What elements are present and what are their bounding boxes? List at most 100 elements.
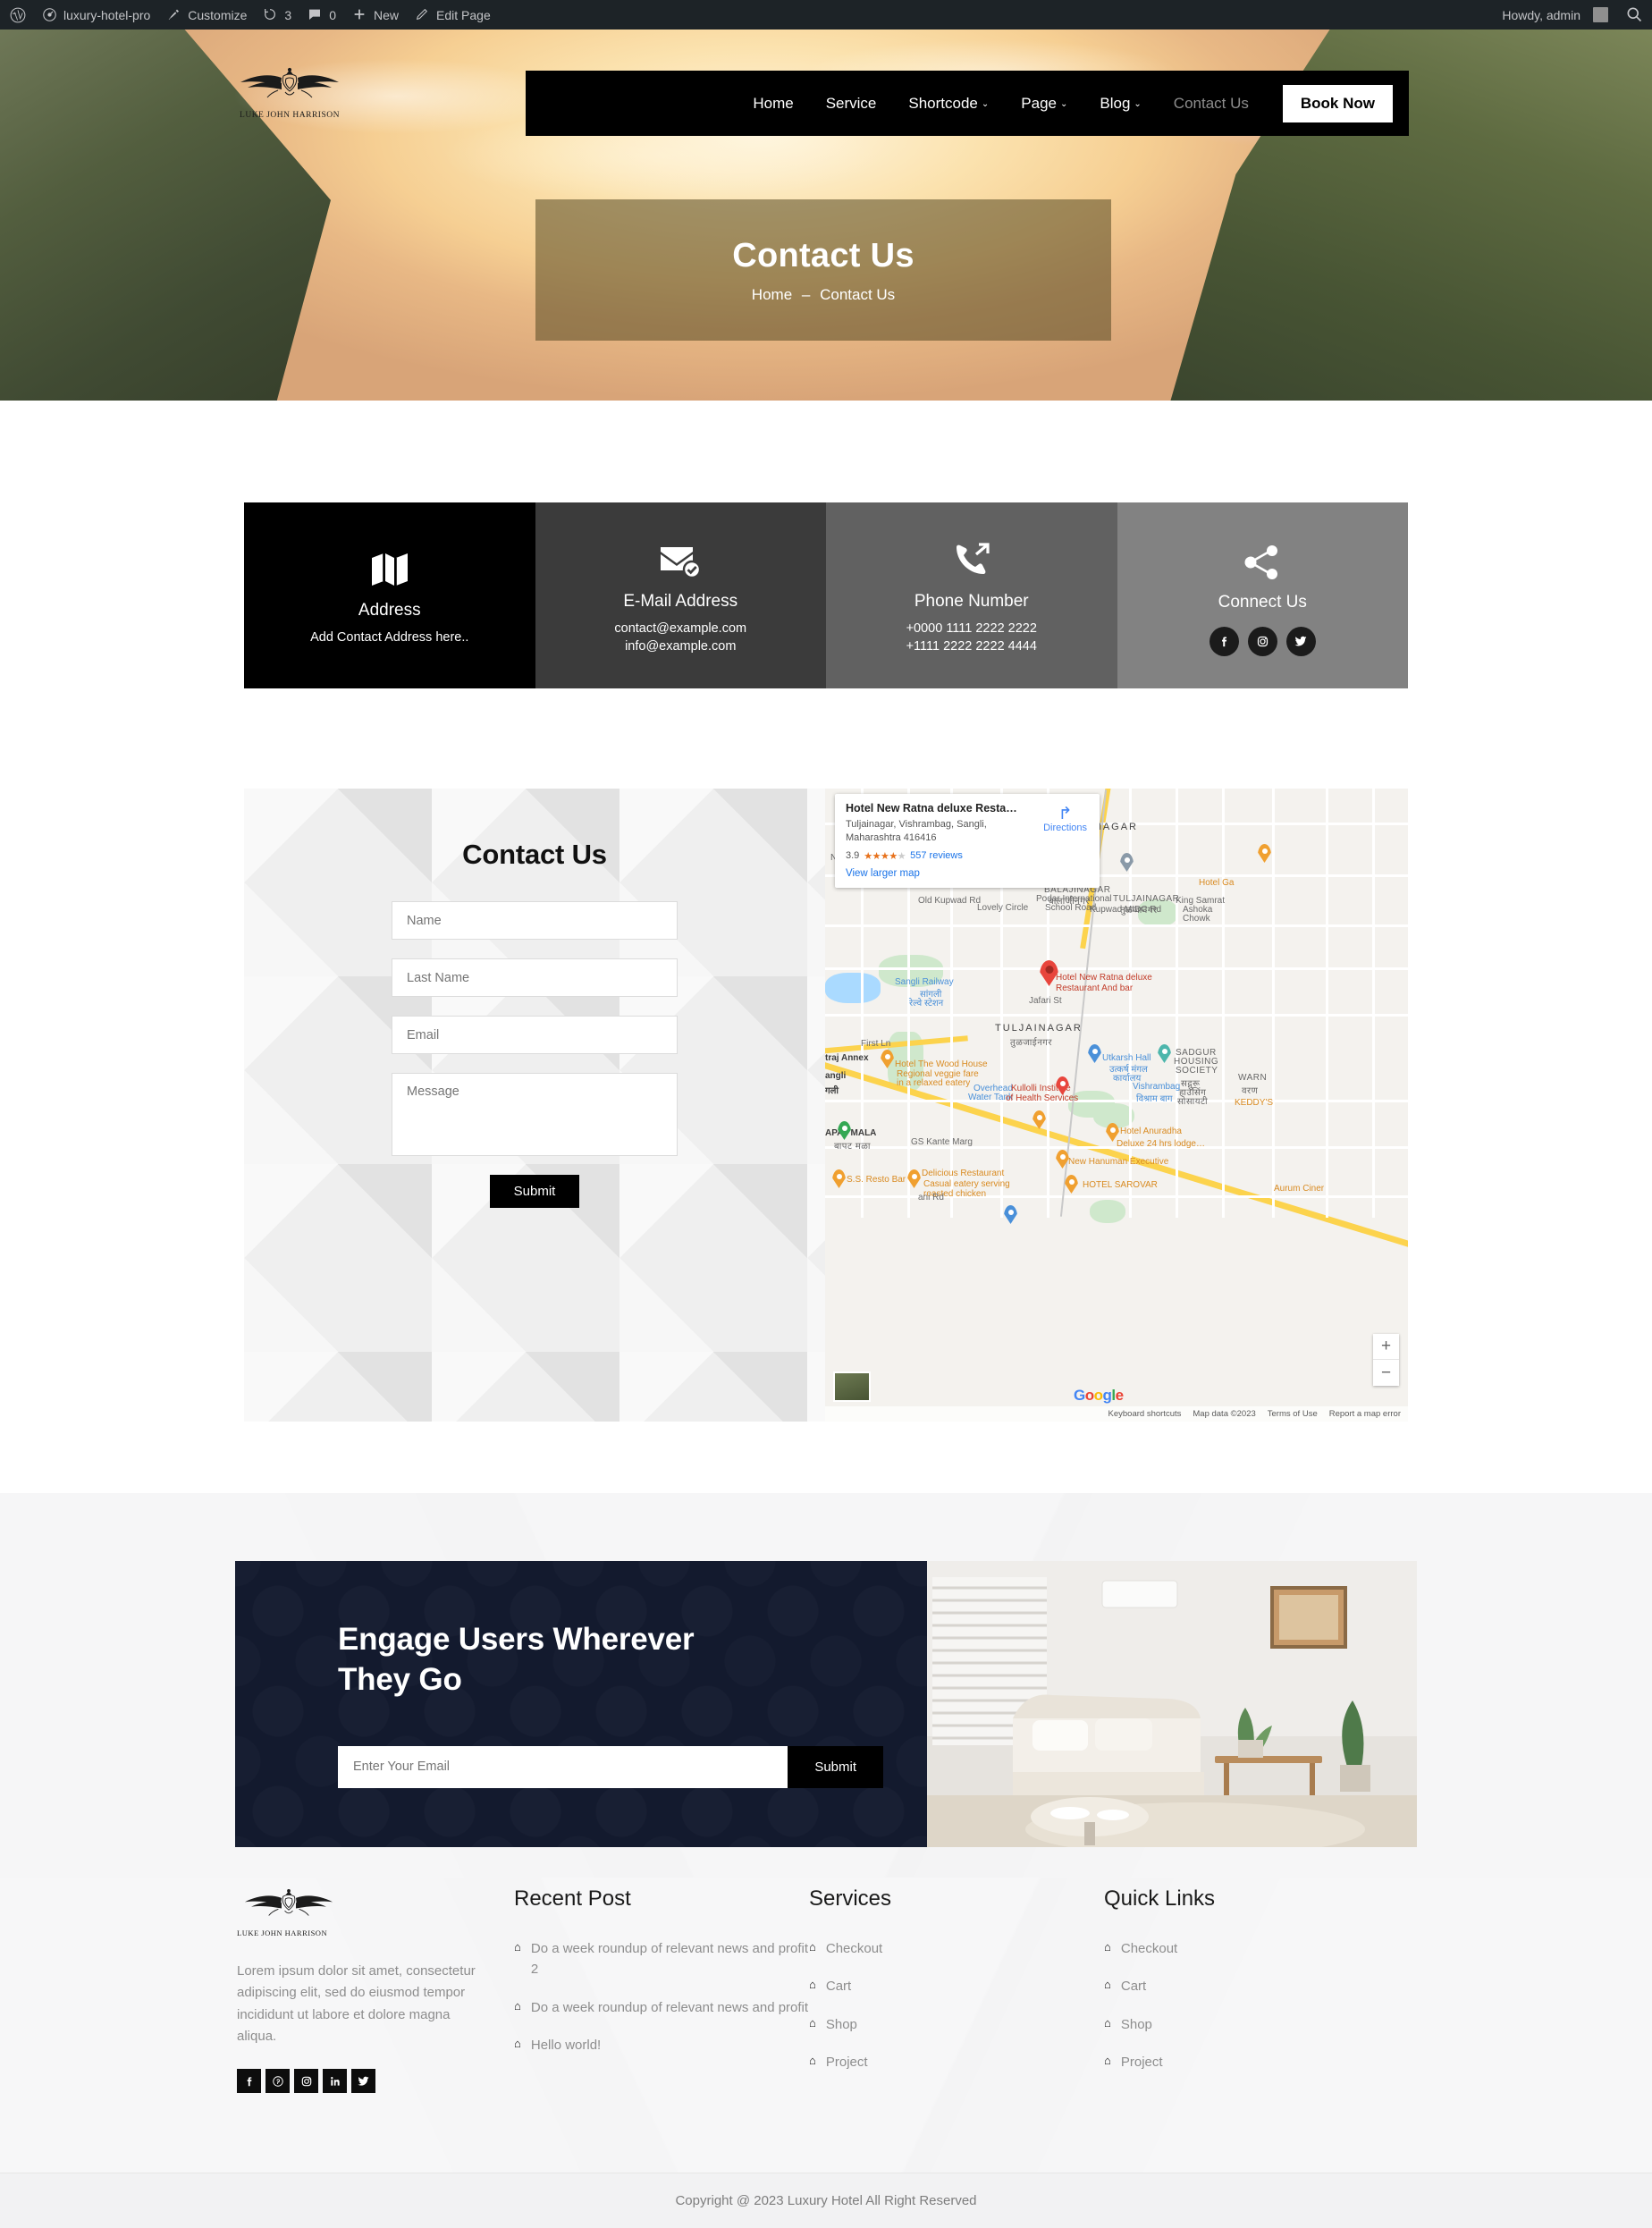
list-item[interactable]: ⌂ Project [1104,2052,1399,2072]
info-line[interactable]: info@example.com [625,638,736,656]
comments-menu[interactable]: 0 [299,0,344,30]
nav-label: Blog [1100,94,1131,112]
info-line[interactable]: +0000 1111 2222 2222 [906,620,1037,638]
directions-button[interactable]: ↱ Directions [1043,806,1087,833]
nav-item-home[interactable]: Home [737,95,809,113]
report-map-error-link[interactable]: Report a map error [1329,1409,1401,1419]
email-input[interactable] [392,1016,678,1054]
site-name-label: luxury-hotel-pro [63,7,151,22]
view-larger-map-link[interactable]: View larger map [846,868,1091,879]
map-pin-main-red[interactable] [1040,960,1058,986]
facebook-icon[interactable] [1209,626,1239,656]
map-pin-orange[interactable] [1065,1175,1078,1194]
page-title: Contact Us [732,236,914,274]
map-label: Hotel New Ratna deluxe [1056,973,1152,983]
map-pin-orange[interactable] [881,1050,894,1068]
updates-menu[interactable]: 3 [255,0,299,30]
new-label: New [374,7,400,22]
list-item[interactable]: ⌂ Do a week roundup of relevant news and … [514,1997,809,2018]
pinterest-icon[interactable] [266,2069,290,2094]
footer-link-list: ⌂ Checkout ⌂ Cart ⌂ Shop ⌂ Project [1104,1938,1399,2072]
nav-item-blog[interactable]: Blog ⌄ [1083,95,1157,113]
wordpress-logo-menu[interactable] [0,0,34,30]
map-pin-blue[interactable] [1004,1205,1017,1224]
list-item[interactable]: ⌂ Cart [1104,1976,1399,1996]
breadcrumb-home[interactable]: Home [752,286,792,303]
map-label: in a relaxed eatery [897,1078,971,1088]
list-item[interactable]: ⌂ Shop [809,2014,1104,2035]
info-line[interactable]: +1111 2222 2222 4444 [906,638,1037,656]
nav-item-service[interactable]: Service [810,95,893,113]
twitter-icon[interactable] [351,2069,375,2094]
map-label: तुळजाईनगर [1010,1038,1052,1048]
list-item[interactable]: ⌂ Shop [1104,2014,1399,2035]
map-pin-orange[interactable] [907,1169,921,1188]
contact-submit-button[interactable]: Submit [489,1175,580,1208]
map-pin-gray[interactable] [1120,853,1134,872]
map-pin-orange[interactable] [832,1169,846,1188]
map-street-view-thumbnail[interactable] [833,1371,871,1402]
my-account-menu[interactable]: Howdy, admin [1492,0,1616,30]
facebook-icon[interactable] [237,2069,261,2094]
newsletter-email-input[interactable] [338,1745,788,1788]
linkedin-icon[interactable] [323,2069,347,2094]
message-textarea[interactable] [392,1073,678,1156]
edit-page-menu[interactable]: Edit Page [407,0,499,30]
home-icon: ⌂ [1104,1978,1111,1992]
twitter-icon[interactable] [1285,626,1316,656]
footer-column-title: Recent Post [514,1886,631,1911]
list-item-label: Project [1120,2054,1163,2070]
new-content-menu[interactable]: New [344,0,407,30]
site-logo[interactable]: LUKE JOHN HARRISON [231,65,349,120]
main-navigation: Home Service Shortcode ⌄ Page ⌄ Blog ⌄ Cont… [526,71,1409,136]
map-label: Deluxe 24 hrs lodge… [1117,1139,1205,1149]
list-item[interactable]: ⌂ Checkout [809,1938,1104,1959]
instagram-icon[interactable] [1247,626,1277,656]
map-pin-orange[interactable] [1056,1150,1069,1169]
newsletter-heading-line1: Engage Users Wherever [338,1622,695,1657]
instagram-icon[interactable] [294,2069,318,2094]
keyboard-shortcuts-link[interactable]: Keyboard shortcuts [1108,1409,1182,1419]
terms-of-use-link[interactable]: Terms of Use [1268,1409,1318,1419]
book-now-button[interactable]: Book Now [1282,84,1393,122]
newsletter-submit-button[interactable]: Submit [788,1745,883,1788]
list-item[interactable]: ⌂ Do a week roundup of relevant news and … [514,1938,809,1980]
list-item[interactable]: ⌂ Checkout [1104,1938,1399,1959]
nav-label: Page [1021,94,1057,112]
nav-item-shortcode[interactable]: Shortcode ⌄ [892,95,1005,113]
map-pin-orange[interactable] [1106,1123,1119,1142]
map-pin-red[interactable] [1056,1076,1069,1095]
footer-logo[interactable]: LUKE JOHN HARRISON [237,1886,342,1937]
list-item[interactable]: ⌂ Project [809,2052,1104,2072]
name-input[interactable] [392,901,678,940]
map-label: Vishrambag [1133,1082,1181,1092]
info-line[interactable]: contact@example.com [614,620,746,638]
map-pin-green[interactable] [838,1121,851,1140]
list-item-label: Do a week roundup of relevant news and p… [530,1999,809,2015]
nav-item-page[interactable]: Page ⌄ [1005,95,1083,113]
chevron-down-icon: ⌄ [1059,99,1068,109]
map-label: First Ln [861,1039,891,1049]
map-label: ani Rd [918,1193,944,1203]
map-zoom-out-button[interactable]: − [1373,1360,1399,1386]
google-map[interactable]: DATTA NAGARदाट्टा नगरChowkWeb Computerवे… [825,789,1408,1422]
search-icon[interactable] [1625,5,1645,25]
contact-info-row: Address Add Contact Address here.. E-Mai… [244,502,1408,688]
list-item[interactable]: ⌂ Hello world! [514,2035,809,2055]
map-pin-blue[interactable] [1088,1044,1101,1063]
map-pin-teal[interactable] [1158,1044,1171,1063]
nav-item-contact-us[interactable]: Contact Us [1158,95,1265,113]
customize-menu[interactable]: Customize [158,0,255,30]
map-label: विश्राम बाग [1136,1094,1173,1104]
map-pin-orange[interactable] [1032,1110,1046,1129]
list-item[interactable]: ⌂ Cart [809,1976,1104,1996]
last-name-input[interactable] [392,958,678,997]
map-label: School Road [1045,903,1097,913]
map-zoom-in-button[interactable]: + [1373,1334,1399,1360]
site-name-menu[interactable]: luxury-hotel-pro [34,0,158,30]
footer-logo-wordmark: LUKE JOHN HARRISON [237,1928,328,1937]
reviews-link[interactable]: 557 reviews [910,850,963,861]
map-pin-orange[interactable] [1258,844,1271,863]
footer-columns: LUKE JOHN HARRISON Lorem ipsum dolor sit… [237,1886,1417,2094]
home-icon: ⌂ [1104,2053,1111,2067]
